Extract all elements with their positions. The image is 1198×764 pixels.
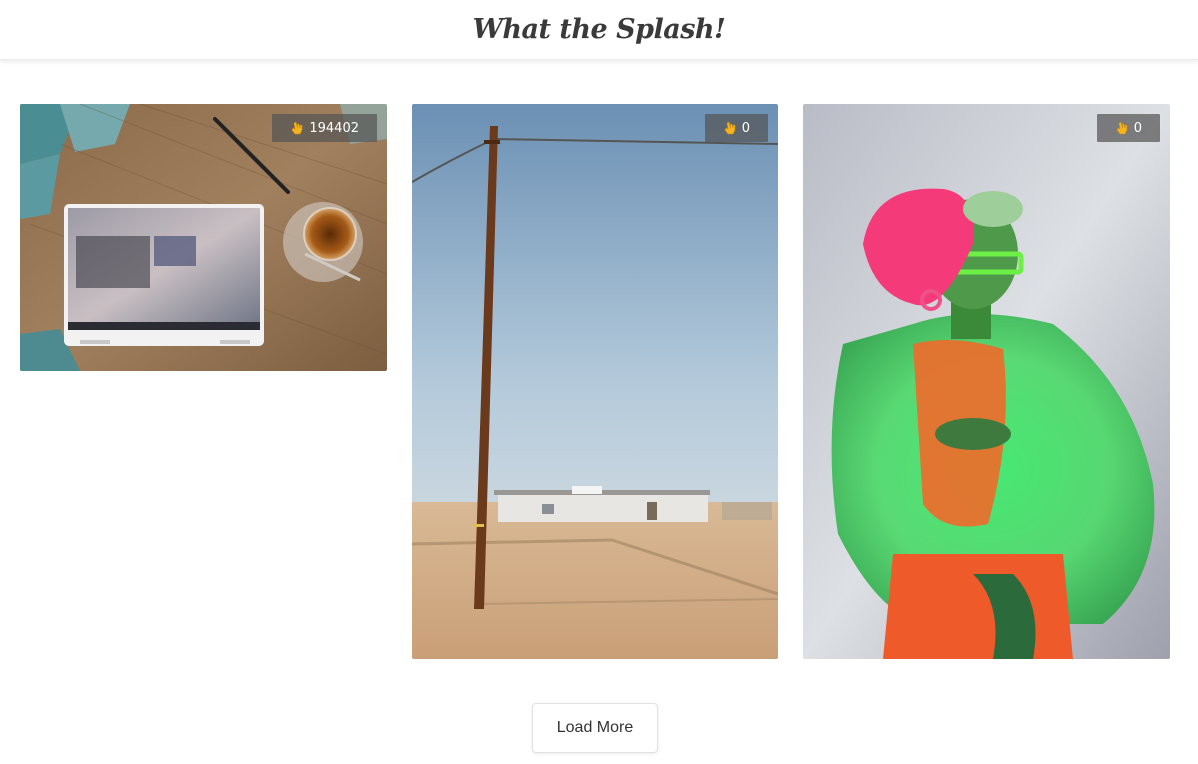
likes-badge: 0 <box>1096 114 1160 142</box>
rock-on-hand-icon <box>290 121 304 135</box>
photo-card[interactable]: 194402 <box>20 104 387 371</box>
photo-image <box>412 104 778 659</box>
site-header: What the Splash! <box>0 0 1198 60</box>
photo-image <box>803 104 1170 659</box>
likes-count: 194402 <box>309 120 359 136</box>
photo-card[interactable]: 0 <box>412 104 778 659</box>
site-title: What the Splash! <box>472 14 726 45</box>
photo-card[interactable]: 0 <box>803 104 1170 659</box>
photo-image <box>20 104 387 371</box>
load-more-button[interactable]: Load More <box>532 703 658 753</box>
likes-badge: 194402 <box>272 114 377 142</box>
likes-badge: 0 <box>704 114 768 142</box>
rock-on-hand-icon <box>723 121 737 135</box>
rock-on-hand-icon <box>1115 121 1129 135</box>
likes-count: 0 <box>741 120 750 136</box>
likes-count: 0 <box>1133 120 1142 136</box>
